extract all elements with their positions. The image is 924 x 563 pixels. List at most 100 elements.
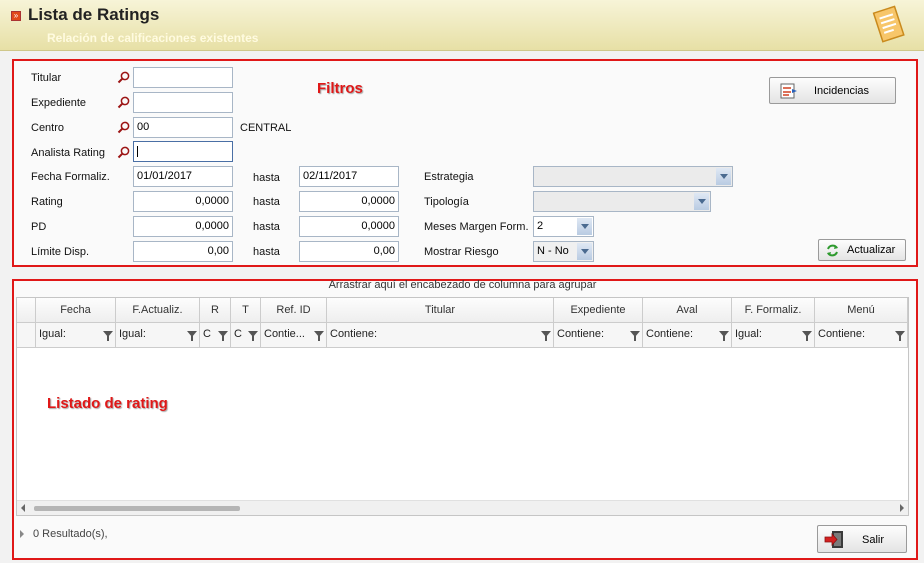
tipologia-label: Tipología xyxy=(424,196,469,208)
titular-label: Titular xyxy=(31,72,62,84)
centro-description: CENTRAL xyxy=(240,122,292,134)
salir-button[interactable]: Salir xyxy=(817,525,907,553)
exit-icon xyxy=(824,531,843,548)
filter-cell-r[interactable]: C xyxy=(200,323,231,347)
column-header-aval[interactable]: Aval xyxy=(643,298,732,323)
tipologia-select[interactable] xyxy=(533,191,711,212)
column-header-titular[interactable]: Titular xyxy=(327,298,554,323)
limite-label: Límite Disp. xyxy=(31,246,90,258)
chevron-down-icon[interactable] xyxy=(694,193,709,210)
titular-input[interactable] xyxy=(133,67,233,88)
filter-icon[interactable] xyxy=(630,331,640,341)
column-header-expediente[interactable]: Expediente xyxy=(554,298,643,323)
rating-to-input[interactable]: 0,0000 xyxy=(299,191,399,212)
incidencias-button[interactable]: Incidencias xyxy=(769,77,896,104)
fecha-formaliz-label: Fecha Formaliz. xyxy=(31,171,110,183)
fecha-formaliz-from-input[interactable]: 01/01/2017 xyxy=(133,166,233,187)
filter-operator: Contiene: xyxy=(818,328,866,340)
incidents-icon xyxy=(780,83,797,99)
filter-cell-t[interactable]: C xyxy=(231,323,261,347)
results-count: 0 Resultado(s), xyxy=(33,528,108,540)
filter-icon[interactable] xyxy=(314,331,324,341)
analista-label: Analista Rating xyxy=(31,147,105,159)
column-header-menu[interactable]: Menú xyxy=(815,298,908,323)
rating-hasta-label: hasta xyxy=(253,196,280,208)
chevron-down-icon[interactable] xyxy=(577,218,592,235)
filter-icon[interactable] xyxy=(248,331,258,341)
filter-icon[interactable] xyxy=(802,331,812,341)
column-header-factualiz[interactable]: F.Actualiz. xyxy=(116,298,200,323)
scrollbar-thumb[interactable] xyxy=(34,506,240,511)
centro-input[interactable]: 00 xyxy=(133,117,233,138)
search-icon[interactable] xyxy=(117,120,131,134)
scroll-left-icon[interactable] xyxy=(21,504,25,512)
filter-icon[interactable] xyxy=(187,331,197,341)
limite-from-input[interactable]: 0,00 xyxy=(133,241,233,262)
meses-select[interactable]: 2 xyxy=(533,216,594,237)
search-icon[interactable] xyxy=(117,95,131,109)
estrategia-select[interactable] xyxy=(533,166,733,187)
page-subtitle: Relación de calificaciones existentes xyxy=(47,31,259,45)
listing-annotation: Listado de rating xyxy=(47,395,168,412)
filter-icon[interactable] xyxy=(541,331,551,341)
estrategia-label: Estrategia xyxy=(424,171,474,183)
group-by-hint: Arrastrar aquí el encabezado de columna … xyxy=(328,279,597,291)
filter-cell-fecha[interactable]: Igual: xyxy=(36,323,116,347)
refresh-icon xyxy=(827,244,838,257)
expand-footer-icon[interactable] xyxy=(20,530,24,538)
text-cursor xyxy=(137,145,138,157)
filter-operator: C xyxy=(234,328,242,340)
filter-operator: Contiene: xyxy=(646,328,694,340)
search-icon[interactable] xyxy=(117,145,131,159)
filter-icon[interactable] xyxy=(719,331,729,341)
column-header-fecha[interactable]: Fecha xyxy=(36,298,116,323)
pd-label: PD xyxy=(31,221,47,233)
page-header: » Lista de Ratings Relación de calificac… xyxy=(0,0,924,51)
filter-operator: C xyxy=(203,328,211,340)
filter-operator: Contiene: xyxy=(557,328,605,340)
actualizar-button[interactable]: Actualizar xyxy=(818,239,906,261)
scroll-right-icon[interactable] xyxy=(900,504,904,512)
filter-operator: Igual: xyxy=(39,328,66,340)
filter-operator: Contie... xyxy=(264,328,305,340)
filter-cell-ref-id[interactable]: Contie... xyxy=(261,323,327,347)
filter-cell-aval[interactable]: Contiene: xyxy=(643,323,732,347)
filter-cell-menu[interactable]: Contiene: xyxy=(815,323,908,347)
search-icon[interactable] xyxy=(117,70,131,84)
pd-from-input[interactable]: 0,0000 xyxy=(133,216,233,237)
pd-to-input[interactable]: 0,0000 xyxy=(299,216,399,237)
column-header-r[interactable]: R xyxy=(200,298,231,323)
analista-input[interactable] xyxy=(133,141,233,162)
rating-label: Rating xyxy=(31,196,63,208)
chevron-down-icon[interactable] xyxy=(577,243,592,260)
limite-to-input[interactable]: 0,00 xyxy=(299,241,399,262)
fecha-formaliz-to-input[interactable]: 02/11/2017 xyxy=(299,166,399,187)
filters-annotation: Filtros xyxy=(317,80,363,97)
filter-cell-expediente[interactable]: Contiene: xyxy=(554,323,643,347)
filter-cell-f-formaliz[interactable]: Igual: xyxy=(732,323,815,347)
riesgo-value: N - No xyxy=(537,245,569,257)
meses-value: 2 xyxy=(537,220,544,232)
grid-header-row: Fecha F.Actualiz. R T Ref. ID Titular Ex… xyxy=(17,298,908,323)
page-title: Lista de Ratings xyxy=(28,5,160,24)
column-header-ref-id[interactable]: Ref. ID xyxy=(261,298,327,323)
fecha-hasta-label: hasta xyxy=(253,172,280,184)
column-header-t[interactable]: T xyxy=(231,298,261,323)
filter-operator: Igual: xyxy=(119,328,146,340)
filter-row-indicator xyxy=(17,323,36,347)
filter-icon[interactable] xyxy=(895,331,905,341)
column-header-f-formaliz[interactable]: F. Formaliz. xyxy=(732,298,815,323)
filter-icon[interactable] xyxy=(103,331,113,341)
filter-operator: Contiene: xyxy=(330,328,378,340)
expediente-input[interactable] xyxy=(133,92,233,113)
filter-cell-titular[interactable]: Contiene: xyxy=(327,323,554,347)
filter-cell-factualiz[interactable]: Igual: xyxy=(116,323,200,347)
filter-icon[interactable] xyxy=(218,331,228,341)
limite-hasta-label: hasta xyxy=(253,246,280,258)
chevron-down-icon[interactable] xyxy=(716,168,731,185)
riesgo-select[interactable]: N - No xyxy=(533,241,594,262)
horizontal-scrollbar[interactable] xyxy=(17,500,908,515)
rating-from-input[interactable]: 0,0000 xyxy=(133,191,233,212)
header-bullet-icon: » xyxy=(11,11,21,21)
row-indicator-header xyxy=(17,298,36,323)
